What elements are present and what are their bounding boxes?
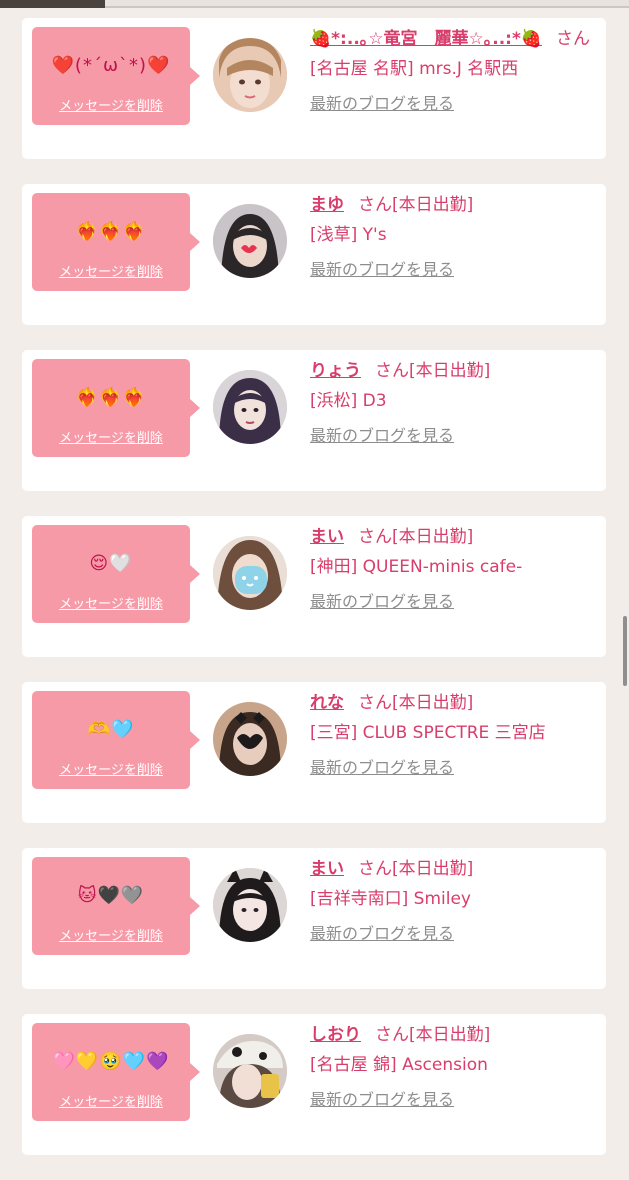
status-badge: [本日出勤] [392, 195, 474, 215]
profile-name-link[interactable]: れな [310, 693, 344, 713]
scrollbar-thumb[interactable] [623, 616, 627, 686]
name-suffix: さん [358, 195, 392, 215]
profile-info: まい さん[本日出勤] [神田] QUEEN-minis cafe- 最新のブログ… [310, 525, 602, 612]
avatar-photo-icon [213, 868, 287, 942]
status-badge: [本日出勤] [392, 527, 474, 547]
delete-message-link[interactable]: メッセージを削除 [32, 95, 190, 114]
message-emoji: 😌🤍 [89, 553, 133, 574]
message-card: ❤️(*´ω`*)❤️ メッセージを削除 🍓*:..｡☆竜宮 麗華☆｡..:*🍓… [22, 18, 606, 159]
profile-name-link[interactable]: しおり [310, 1025, 361, 1045]
message-list: ❤️(*´ω`*)❤️ メッセージを削除 🍓*:..｡☆竜宮 麗華☆｡..:*🍓… [22, 18, 606, 1180]
delete-message-link[interactable]: メッセージを削除 [32, 593, 190, 612]
name-suffix: さん [375, 361, 409, 381]
message-bubble: ❤️‍🔥❤️‍🔥❤️‍🔥 メッセージを削除 [32, 359, 200, 457]
shop-name: [浅草] Y's [310, 225, 387, 245]
avatar[interactable] [213, 370, 287, 444]
name-suffix: さん [556, 29, 591, 49]
avatar[interactable] [213, 702, 287, 776]
shop-name: [三宮] CLUB SPECTRE 三宮店 [310, 723, 546, 743]
delete-message-link[interactable]: メッセージを削除 [32, 1091, 190, 1110]
avatar-photo-icon [213, 204, 287, 278]
name-suffix: さん [358, 527, 392, 547]
delete-message-link[interactable]: メッセージを削除 [32, 925, 190, 944]
message-card: 😌🤍 メッセージを削除 まい さん[本日出勤] [神田] QUEEN-minis … [22, 516, 606, 657]
avatar[interactable] [213, 536, 287, 610]
avatar-photo-icon [213, 38, 287, 112]
status-badge: [本日出勤] [409, 361, 491, 381]
profile-info: れな さん[本日出勤] [三宮] CLUB SPECTRE 三宮店 最新のブログを… [310, 691, 602, 778]
shop-name: [名古屋 名駅] mrs.J 名駅西 [310, 59, 519, 79]
delete-message-link[interactable]: メッセージを削除 [32, 759, 190, 778]
profile-name-link[interactable]: 🍓*:..｡☆竜宮 麗華☆｡..:*🍓 [310, 29, 542, 49]
latest-blog-link[interactable]: 最新のブログを見る [310, 758, 602, 778]
latest-blog-link[interactable]: 最新のブログを見る [310, 592, 602, 612]
shop-name: [名古屋 錦] Ascension [310, 1055, 488, 1075]
profile-name-link[interactable]: りょう [310, 361, 361, 381]
delete-message-link[interactable]: メッセージを削除 [32, 261, 190, 280]
avatar-photo-icon [213, 1034, 287, 1108]
message-emoji: 🩷💛🥹🩵💜 [52, 1051, 170, 1072]
name-suffix: さん [358, 859, 392, 879]
profile-info: しおり さん[本日出勤] [名古屋 錦] Ascension 最新のブログを見る [310, 1023, 602, 1110]
name-suffix: さん [358, 693, 392, 713]
profile-info: 🍓*:..｡☆竜宮 麗華☆｡..:*🍓 さん [名古屋 名駅] mrs.J 名駅西… [310, 27, 602, 114]
profile-name-link[interactable]: まい [310, 859, 344, 879]
delete-message-link[interactable]: メッセージを削除 [32, 427, 190, 446]
avatar-photo-icon [213, 370, 287, 444]
latest-blog-link[interactable]: 最新のブログを見る [310, 260, 602, 280]
header-divider [105, 6, 629, 8]
avatar[interactable] [213, 38, 287, 112]
shop-name: [吉祥寺南口] Smiley [310, 889, 471, 909]
name-suffix: さん [375, 1025, 409, 1045]
shop-name: [神田] QUEEN-minis cafe- [310, 557, 523, 577]
message-card: 🩷💛🥹🩵💜 メッセージを削除 しおり さん[本日出勤] [名古屋 錦] Ascen… [22, 1014, 606, 1155]
message-emoji: ❤️‍🔥❤️‍🔥❤️‍🔥 [75, 221, 147, 242]
latest-blog-link[interactable]: 最新のブログを見る [310, 924, 602, 944]
profile-name-link[interactable]: まゆ [310, 195, 344, 215]
profile-info: りょう さん[本日出勤] [浜松] D3 最新のブログを見る [310, 359, 602, 446]
avatar[interactable] [213, 204, 287, 278]
message-bubble: 🫶🩵 メッセージを削除 [32, 691, 200, 789]
message-card: 🫶🩵 メッセージを削除 れな さん[本日出勤] [三宮] CLUB SPECTRE… [22, 682, 606, 823]
message-bubble: 😌🤍 メッセージを削除 [32, 525, 200, 623]
message-card: ❤️‍🔥❤️‍🔥❤️‍🔥 メッセージを削除 りょう さん[本日出勤] [浜松] D… [22, 350, 606, 491]
latest-blog-link[interactable]: 最新のブログを見る [310, 94, 602, 114]
avatar[interactable] [213, 1034, 287, 1108]
status-badge: [本日出勤] [392, 859, 474, 879]
status-badge: [本日出勤] [409, 1025, 491, 1045]
status-badge: [本日出勤] [392, 693, 474, 713]
top-header-strip [0, 0, 629, 8]
message-bubble: 🐱🖤🩶 メッセージを削除 [32, 857, 200, 955]
message-bubble: ❤️(*´ω`*)❤️ メッセージを削除 [32, 27, 200, 125]
latest-blog-link[interactable]: 最新のブログを見る [310, 1090, 602, 1110]
profile-info: まゆ さん[本日出勤] [浅草] Y's 最新のブログを見る [310, 193, 602, 280]
message-card: ❤️‍🔥❤️‍🔥❤️‍🔥 メッセージを削除 まゆ さん[本日出勤] [浅草] Y'… [22, 184, 606, 325]
avatar-photo-icon [213, 536, 287, 610]
message-bubble: ❤️‍🔥❤️‍🔥❤️‍🔥 メッセージを削除 [32, 193, 200, 291]
message-emoji: 🫶🩵 [87, 719, 135, 740]
avatar-photo-icon [213, 702, 287, 776]
message-card: 🐱🖤🩶 メッセージを削除 まい さん[本日出勤] [吉祥寺南口] Smiley 最… [22, 848, 606, 989]
profile-name-link[interactable]: まい [310, 527, 344, 547]
message-bubble: 🩷💛🥹🩵💜 メッセージを削除 [32, 1023, 200, 1121]
message-emoji: ❤️(*´ω`*)❤️ [51, 55, 171, 76]
profile-info: まい さん[本日出勤] [吉祥寺南口] Smiley 最新のブログを見る [310, 857, 602, 944]
avatar[interactable] [213, 868, 287, 942]
shop-name: [浜松] D3 [310, 391, 387, 411]
message-emoji: 🐱🖤🩶 [77, 885, 145, 906]
latest-blog-link[interactable]: 最新のブログを見る [310, 426, 602, 446]
message-emoji: ❤️‍🔥❤️‍🔥❤️‍🔥 [75, 387, 147, 408]
header-tab-dark [0, 0, 105, 8]
